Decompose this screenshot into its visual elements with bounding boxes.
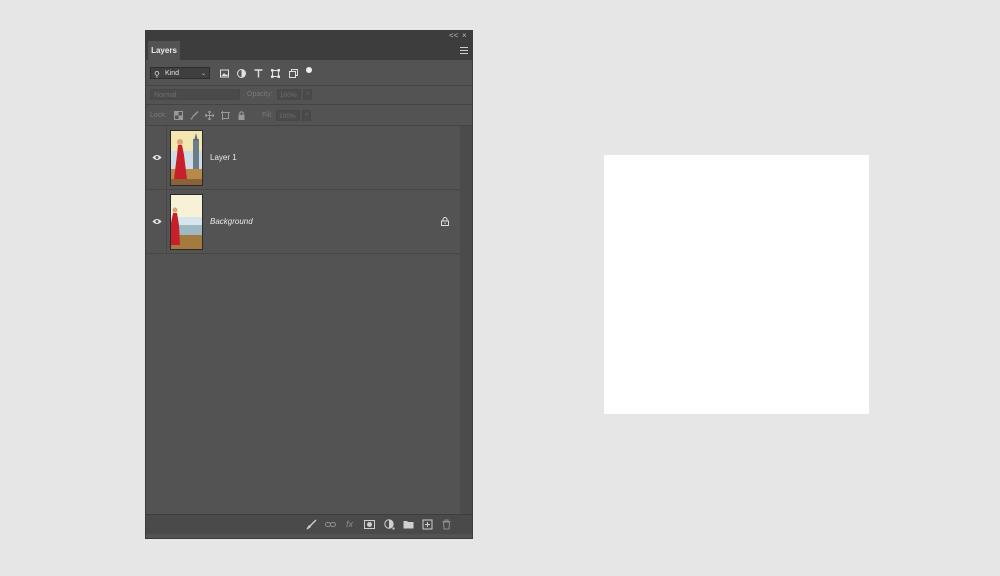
eye-icon[interactable] — [152, 218, 162, 225]
smart-object-filter-icon[interactable] — [289, 69, 298, 78]
type-filter-icon[interactable] — [254, 69, 263, 78]
layer-thumbnail — [170, 130, 203, 186]
trash-icon[interactable] — [441, 519, 452, 530]
opacity-field[interactable]: 100% — [277, 89, 301, 100]
layers-panel: << × Layers ⚲ Kind ⌄ Normal Opacity: 100… — [146, 31, 472, 538]
bottom-toolbar: fx — [146, 514, 472, 534]
chevron-down-icon: ⌄ — [200, 71, 206, 77]
blend-mode-dropdown[interactable]: Normal — [150, 89, 240, 100]
lock-all-icon[interactable] — [237, 111, 246, 120]
lock-paint-icon[interactable] — [190, 111, 199, 120]
lock-transparent-icon[interactable] — [174, 111, 183, 120]
row-divider — [166, 190, 167, 253]
eye-icon[interactable] — [152, 154, 162, 161]
kind-filter-label: Kind — [165, 70, 180, 77]
tab-layers[interactable]: Layers — [148, 41, 180, 60]
filter-row: ⚲ Kind ⌄ — [146, 60, 472, 86]
close-button[interactable]: × — [462, 31, 467, 41]
search-icon: ⚲ — [154, 70, 160, 79]
layer-row[interactable]: Background — [146, 190, 460, 254]
collapse-button[interactable]: << — [449, 31, 458, 41]
layer-lock-icon[interactable] — [441, 217, 449, 226]
image-filter-icon[interactable] — [220, 69, 229, 78]
document-canvas[interactable] — [604, 155, 869, 414]
mask-icon[interactable] — [364, 519, 375, 530]
opacity-arrow-icon[interactable]: ˅ — [303, 89, 312, 100]
adjustment-filter-icon[interactable] — [237, 69, 246, 78]
row-divider — [166, 126, 167, 189]
brush-icon[interactable] — [306, 519, 317, 530]
layer-row[interactable]: Layer 1 — [146, 126, 460, 190]
panel-titlebar: << × — [146, 31, 472, 41]
panel-menu-icon[interactable] — [460, 47, 468, 54]
layer-name[interactable]: Background — [210, 217, 253, 226]
lock-label: Lock: — [150, 112, 167, 119]
layers-list: Layer 1 Background — [146, 126, 472, 514]
opacity-label: Opacity: — [247, 91, 273, 98]
new-layer-icon[interactable] — [422, 519, 433, 530]
tab-row: Layers — [146, 41, 472, 60]
fx-icon[interactable]: fx — [344, 519, 355, 530]
lock-position-icon[interactable] — [205, 111, 214, 120]
fill-field[interactable]: 100% — [276, 110, 300, 121]
folder-icon[interactable] — [403, 519, 414, 530]
lock-artboard-icon[interactable] — [221, 111, 230, 120]
blend-row: Normal Opacity: 100% ˅ — [146, 85, 472, 105]
fill-label: Fill: — [262, 112, 273, 119]
fill-arrow-icon[interactable]: ˅ — [302, 110, 311, 121]
link-icon[interactable] — [325, 519, 336, 530]
layer-thumbnail — [170, 194, 203, 250]
layer-name[interactable]: Layer 1 — [210, 153, 237, 162]
shape-filter-icon[interactable] — [271, 69, 280, 78]
lock-row: Lock: Fill: 100% ˅ — [146, 105, 472, 126]
adjustment-icon[interactable] — [384, 519, 395, 530]
scrollbar[interactable] — [460, 126, 472, 514]
filter-toggle-icon[interactable] — [306, 67, 312, 73]
kind-filter-dropdown[interactable]: ⚲ Kind ⌄ — [150, 67, 210, 79]
